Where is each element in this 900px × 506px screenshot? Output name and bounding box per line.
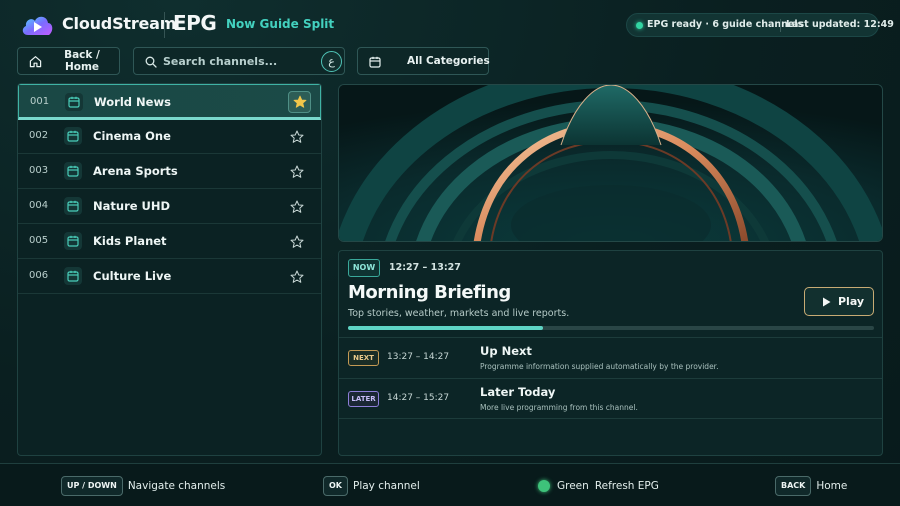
calendar-icon	[64, 267, 82, 285]
status-pill: EPG ready · 6 guide channels Last update…	[626, 13, 894, 37]
schedule-row-next[interactable]: NEXT 13:27 – 14:27 Up Next Programme inf…	[339, 337, 882, 378]
next-time: 13:27 – 14:27	[387, 352, 450, 362]
channel-row[interactable]: 001 World News	[18, 84, 321, 120]
channel-name: Nature UHD	[93, 199, 171, 213]
calendar-icon	[65, 93, 83, 111]
next-title: Up Next	[480, 344, 532, 358]
view-title: Now Guide Split	[226, 17, 335, 31]
favorite-star-icon[interactable]	[288, 91, 311, 113]
channel-number: 001	[30, 96, 50, 107]
channel-number: 004	[29, 200, 49, 211]
favorite-star-icon[interactable]	[290, 234, 304, 248]
hint-navigate: UP / DOWN Navigate channels	[61, 476, 225, 496]
now-tag: NOW	[348, 259, 380, 277]
now-title: Morning Briefing	[348, 282, 511, 303]
play-button-label: Play	[838, 295, 865, 308]
green-button-icon	[538, 480, 550, 492]
play-button[interactable]: Play	[804, 287, 874, 316]
brand-divider	[164, 12, 165, 38]
channel-row[interactable]: 002 Cinema One	[18, 119, 321, 154]
channel-preview-image	[338, 84, 883, 242]
programme-info-panel: NOW 12:27 – 13:27 Morning Briefing Top s…	[338, 250, 883, 456]
calendar-icon	[64, 162, 82, 180]
home-icon	[29, 56, 42, 68]
next-description: Programme information supplied automatic…	[480, 362, 719, 371]
status-updated-text: Last updated: 12:49	[786, 19, 894, 30]
now-time: 12:27 – 13:27	[389, 262, 461, 273]
search-box[interactable]: ع	[133, 47, 345, 75]
next-tag: NEXT	[348, 350, 379, 366]
channel-name: Cinema One	[93, 129, 171, 143]
category-filter-button[interactable]: All Categories	[357, 47, 490, 75]
later-description: More live programming from this channel.	[480, 403, 638, 412]
hint-navigate-text: Navigate channels	[127, 480, 226, 492]
channel-row[interactable]: 004 Nature UHD	[18, 189, 321, 224]
now-progress-bar	[348, 326, 874, 330]
channel-name: Kids Planet	[93, 234, 167, 248]
calendar-icon	[64, 127, 82, 145]
schedule-row-later[interactable]: LATER 14:27 – 15:27 Later Today More liv…	[339, 378, 882, 419]
hint-back: BACK Home	[775, 476, 847, 496]
channel-name: Culture Live	[93, 269, 172, 283]
later-tag: LATER	[348, 391, 379, 407]
calendar-icon	[64, 197, 82, 215]
remote-hints-bar: UP / DOWN Navigate channels OK Play channe…	[0, 463, 900, 506]
channel-row[interactable]: 003 Arena Sports	[18, 154, 321, 189]
calendar-icon	[64, 232, 82, 250]
cloud-logo-icon	[22, 16, 53, 35]
channel-list: 001 World News 002 Cinema One 003 Arena Sport…	[17, 83, 322, 456]
channel-number: 005	[29, 235, 49, 246]
later-time: 14:27 – 15:27	[387, 393, 450, 403]
status-divider	[780, 19, 781, 32]
key-back: BACK	[775, 476, 812, 496]
calendar-icon	[369, 56, 381, 68]
hint-ok: OK Play channel	[323, 476, 420, 496]
now-description: Top stories, weather, markets and live r…	[348, 308, 570, 319]
favorite-star-icon[interactable]	[290, 164, 304, 178]
keyboard-language-button[interactable]: ع	[321, 51, 342, 72]
favorite-star-icon[interactable]	[290, 199, 304, 213]
section-title: EPG	[173, 11, 217, 35]
later-title: Later Today	[480, 385, 556, 399]
brand-name: CloudStream	[62, 14, 177, 33]
key-up-down: UP / DOWN	[61, 476, 123, 496]
channel-name: Arena Sports	[93, 164, 178, 178]
favorite-star-icon[interactable]	[290, 129, 304, 143]
preview-artwork	[339, 85, 882, 241]
hint-ok-text: Play channel	[353, 480, 420, 492]
key-ok: OK	[323, 476, 348, 496]
channel-row[interactable]: 006 Culture Live	[18, 259, 321, 294]
search-input[interactable]	[163, 53, 313, 70]
favorite-star-icon[interactable]	[290, 269, 304, 283]
hint-refresh-text: Refresh EPG	[594, 480, 659, 492]
home-button[interactable]: Back / Home	[17, 47, 120, 75]
top-bar: CloudStream EPG Now Guide Split EPG read…	[0, 0, 900, 48]
channel-row[interactable]: 005 Kids Planet	[18, 224, 321, 259]
hint-green-label: Green	[557, 480, 589, 492]
hint-refresh: Green Refresh EPG	[538, 476, 659, 496]
channel-number: 002	[29, 130, 49, 141]
hint-back-text: Home	[816, 480, 848, 492]
channel-number: 006	[29, 270, 49, 281]
now-progress-fill	[348, 326, 543, 330]
channel-number: 003	[29, 165, 49, 176]
play-icon	[823, 297, 831, 307]
status-dot-icon	[636, 22, 643, 29]
channel-name: World News	[94, 95, 171, 109]
search-icon	[145, 56, 157, 68]
category-filter-label: All Categories	[407, 55, 490, 67]
home-button-label: Back / Home	[64, 49, 100, 73]
